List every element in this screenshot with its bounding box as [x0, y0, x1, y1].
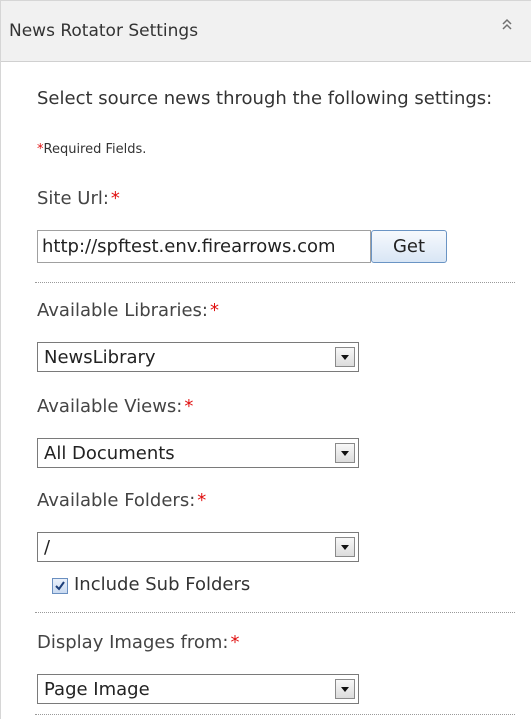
available-views-select[interactable]: All Documents — [37, 438, 359, 468]
available-folders-select[interactable]: / — [37, 532, 359, 562]
include-subfolders-checkbox[interactable] — [52, 578, 68, 594]
available-libraries-label: Available Libraries: * — [37, 300, 219, 321]
available-libraries-value: NewsLibrary — [44, 347, 156, 368]
available-views-label: Available Views: * — [37, 396, 193, 417]
display-images-from-label: Display Images from: * — [37, 632, 240, 653]
available-libraries-select[interactable]: NewsLibrary — [37, 342, 359, 372]
news-rotator-settings-panel: News Rotator Settings Select source news… — [0, 0, 531, 719]
display-images-from-label-text: Display Images from: — [37, 632, 229, 653]
display-images-from-value: Page Image — [44, 679, 150, 700]
separator — [35, 714, 515, 715]
separator — [35, 282, 515, 283]
site-url-input[interactable]: http://spftest.env.firearrows.com — [37, 230, 371, 263]
required-star: * — [184, 396, 194, 417]
dropdown-arrow-icon[interactable] — [335, 679, 355, 699]
available-libraries-label-text: Available Libraries: — [37, 300, 208, 321]
available-views-value: All Documents — [44, 443, 175, 464]
dropdown-arrow-icon[interactable] — [335, 347, 355, 367]
get-button[interactable]: Get — [371, 230, 447, 263]
available-folders-label-text: Available Folders: — [37, 490, 196, 511]
available-folders-label: Available Folders: * — [37, 490, 206, 511]
required-star: * — [110, 188, 120, 209]
settings-description: Select source news through the following… — [37, 88, 493, 109]
required-star: * — [230, 632, 240, 653]
dropdown-arrow-icon[interactable] — [335, 537, 355, 557]
dropdown-arrow-icon[interactable] — [335, 443, 355, 463]
site-url-label-text: Site Url: — [37, 188, 109, 209]
available-views-label-text: Available Views: — [37, 396, 183, 417]
panel-body: Select source news through the following… — [1, 62, 531, 719]
required-star: * — [197, 490, 207, 511]
site-url-label: Site Url: * — [37, 188, 120, 209]
required-note-text: Required Fields. — [43, 142, 147, 157]
include-subfolders-label[interactable]: Include Sub Folders — [74, 574, 250, 595]
checkmark-icon — [55, 581, 65, 591]
available-folders-value: / — [44, 537, 51, 558]
panel-title: News Rotator Settings — [9, 21, 199, 41]
display-images-from-select[interactable]: Page Image — [37, 674, 359, 704]
required-fields-note: *Required Fields. — [37, 142, 146, 157]
double-chevron-up-icon[interactable] — [499, 15, 515, 37]
required-star: * — [210, 300, 219, 321]
panel-header[interactable]: News Rotator Settings — [1, 0, 531, 62]
separator — [35, 612, 515, 613]
